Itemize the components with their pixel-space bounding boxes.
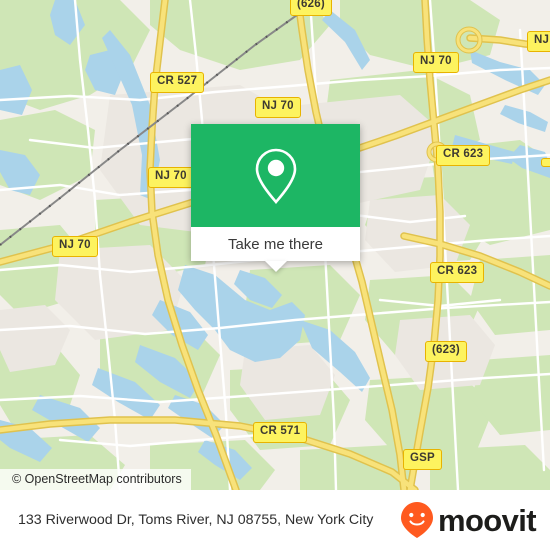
road-shield-nj70-topright: NJ 70: [413, 52, 459, 73]
road-shield-cr527: CR 527: [150, 72, 205, 93]
road-shield-626-top: (626): [290, 0, 332, 16]
popup-tail-pointer: [264, 261, 287, 272]
moovit-pin-icon: [400, 502, 433, 538]
map-canvas[interactable]: (626) NJ 70 NJ CR 527 NJ 70 CR 623 NJ 70…: [0, 0, 550, 490]
take-me-there-label: Take me there: [227, 235, 324, 253]
map-screenshot: (626) NJ 70 NJ CR 527 NJ 70 CR 623 NJ 70…: [0, 0, 550, 550]
road-shield-cr623-upper: CR 623: [436, 145, 491, 166]
bottom-info-bar: 133 Riverwood Dr, Toms River, NJ 08755, …: [0, 490, 550, 550]
popup-icon-area: [191, 124, 360, 227]
road-shield-clipped-right-mid: [541, 158, 550, 167]
moovit-logo[interactable]: moovit: [400, 501, 537, 539]
popup-action-area[interactable]: Take me there: [191, 227, 360, 261]
map-pin-icon: [255, 148, 296, 204]
location-popup-card[interactable]: Take me there: [191, 124, 360, 272]
osm-attribution[interactable]: © OpenStreetMap contributors: [0, 469, 191, 490]
road-shield-623: (623): [425, 341, 467, 362]
road-shield-gsp: GSP: [403, 449, 442, 470]
road-shield-nj70-left: NJ 70: [148, 167, 194, 188]
moovit-wordmark: moovit: [437, 502, 537, 538]
road-shield-nj70-bottomleft: NJ 70: [52, 236, 98, 257]
road-shield-cr571: CR 571: [253, 422, 308, 443]
road-shield-nj-clipped-right: NJ: [527, 31, 550, 52]
road-shield-nj70-center: NJ 70: [255, 97, 301, 118]
road-shield-cr623-lower: CR 623: [430, 262, 485, 283]
address-text: 133 Riverwood Dr, Toms River, NJ 08755, …: [18, 511, 374, 528]
